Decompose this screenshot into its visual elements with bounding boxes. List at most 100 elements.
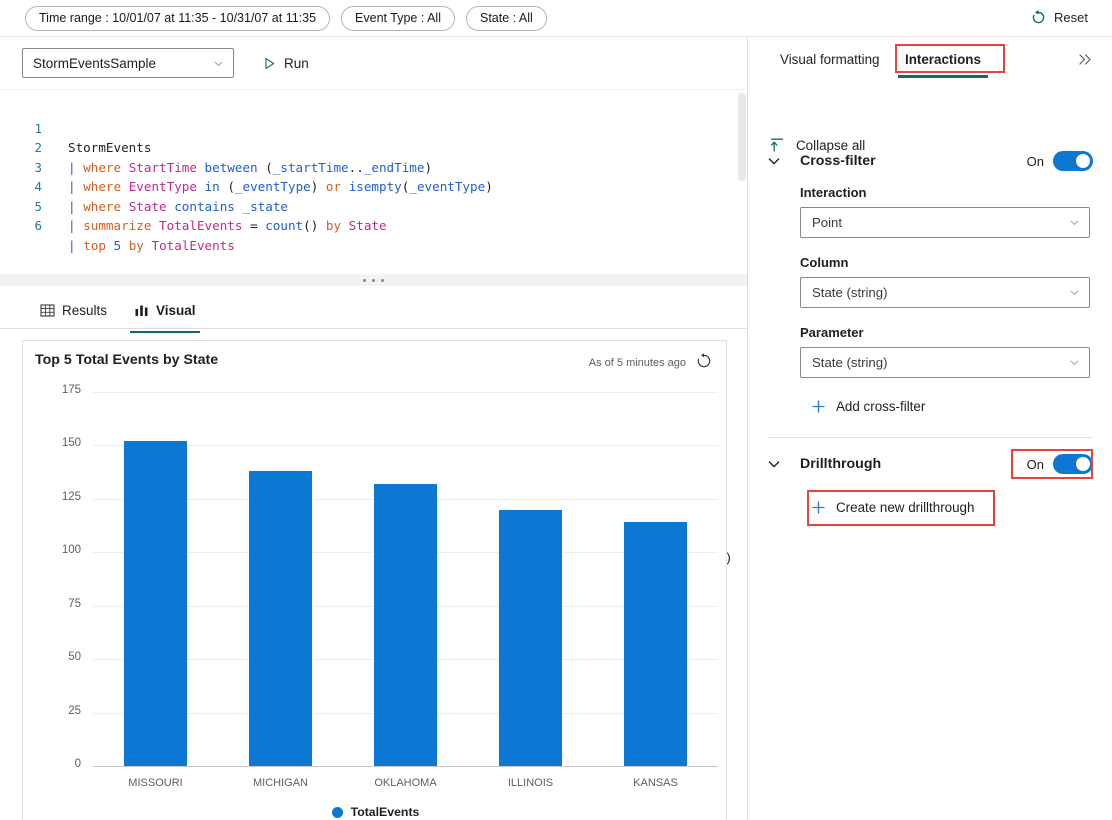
interaction-select-value: Point [812,215,842,230]
results-toolbar: Results Visual Expand preview Done [0,286,747,329]
database-select[interactable]: StormEventsSample [22,48,234,78]
chevron-down-icon [213,58,224,69]
drillthrough-toggle-label: On [1027,457,1044,472]
visual-chart-card: Top 5 Total Events by State As of 5 minu… [22,340,727,820]
section-drillthrough-title: Drillthrough [800,456,881,472]
x-axis-tick-label: MISSOURI [96,777,216,789]
parameter-select[interactable]: State (string) [800,347,1090,378]
interaction-select[interactable]: Point [800,207,1090,238]
kusto-dashboard-edit-view: Time range : 10/01/07 at 11:35 - 10/31/0… [0,0,1112,820]
column-select-value: State (string) [812,285,888,300]
tab-results-label: Results [62,303,107,318]
chevron-down-icon [1069,287,1080,298]
section-cross-filter-header[interactable]: Cross-filter On [749,148,1112,174]
column-select[interactable]: State (string) [800,277,1090,308]
create-new-drillthrough-label: Create new drillthrough [836,500,974,515]
kql-query-editor[interactable]: 1 StormEvents 2 | where StartTime betwee… [0,89,747,274]
y-axis-tick-label: 75 [45,598,81,610]
y-axis-tick-label: 25 [45,705,81,717]
x-axis-tick-label: MICHIGAN [221,777,341,789]
handle-dot [363,279,366,282]
code-line: 2 | where StartTime between (_startTime.… [0,119,747,139]
handle-dot [381,279,384,282]
interaction-label: Interaction [800,185,866,200]
query-toolbar: StormEventsSample Run [0,37,747,89]
run-button[interactable]: Run [258,53,314,74]
chevron-down-icon[interactable] [767,154,781,168]
create-new-drillthrough-button[interactable]: Create new drillthrough [811,500,974,515]
add-cross-filter-button[interactable]: Add cross-filter [811,399,925,414]
y-axis-tick-label: 125 [45,491,81,503]
x-axis-tick-label: ILLINOIS [471,777,591,789]
filter-bar: Time range : 10/01/07 at 11:35 - 10/31/0… [0,0,1112,37]
tab-visual-formatting-label: Visual formatting [780,52,880,67]
toggle-knob [1076,457,1090,471]
reset-label: Reset [1054,10,1088,25]
line-text: | top 5 by TotalEvents [68,236,235,256]
code-line: 6 | top 5 by TotalEvents [0,197,747,217]
tab-results[interactable]: Results [36,294,111,326]
tab-interactions-label: Interactions [905,52,981,67]
y-axis-tick-label: 50 [45,651,81,663]
chevron-down-icon [1069,357,1080,368]
double-chevron-right-icon [1077,51,1094,68]
chart-bar[interactable] [124,441,187,766]
y-axis-tick-label: 150 [45,437,81,449]
code-line: 1 StormEvents [0,99,747,119]
y-axis-tick-label: 100 [45,544,81,556]
panel-tabs: Visual formatting Interactions [749,37,1112,83]
filter-pill-state-label: State : All [480,11,533,25]
tab-visual-formatting[interactable]: Visual formatting [776,50,884,69]
filter-pill-time-range-label: Time range : 10/01/07 at 11:35 - 10/31/0… [39,11,316,25]
x-axis-line [93,766,718,767]
drillthrough-toggle[interactable] [1053,454,1093,474]
filter-pill-event-type[interactable]: Event Type : All [341,6,455,31]
bar-chart-icon [134,303,149,318]
editor-scrollbar[interactable] [738,93,746,181]
line-text: | summarize TotalEvents = count() by Sta… [68,216,387,236]
code-line: 4 | where State contains _state [0,158,747,178]
section-drillthrough-header[interactable]: Drillthrough On [749,451,1112,477]
expand-panel-button[interactable] [1077,51,1094,73]
plus-icon [811,399,826,414]
chart-as-of-label: As of 5 minutes ago [589,357,686,369]
reset-button[interactable]: Reset [1026,7,1092,28]
visual-settings-panel: Visual formatting Interactions Collapse … [749,37,1112,820]
cross-filter-toggle[interactable] [1053,151,1093,171]
refresh-spinner-icon[interactable] [696,353,712,369]
chart-bar[interactable] [374,484,437,766]
tab-interactions[interactable]: Interactions [901,50,985,69]
chart-bar[interactable] [624,522,687,766]
legend-marker-icon [332,807,343,818]
x-axis-tick-label: OKLAHOMA [346,777,466,789]
tab-visual[interactable]: Visual [130,294,200,326]
chart-bar[interactable] [249,471,312,766]
line-number: 6 [0,216,42,236]
cross-filter-toggle-label: On [1027,154,1044,169]
filter-pill-state[interactable]: State : All [466,6,547,31]
legend-label: TotalEvents [351,805,420,819]
section-cross-filter-title: Cross-filter [800,153,876,169]
run-label: Run [284,56,309,71]
chart-legend: TotalEvents [23,805,728,819]
gridline [93,392,718,393]
y-axis-tick-label: 175 [45,384,81,396]
plus-icon [811,500,826,515]
handle-dot [372,279,375,282]
y-axis-tick-label: 0 [45,758,81,770]
chart-bar[interactable] [499,510,562,766]
code-line: 5 | summarize TotalEvents = count() by S… [0,177,747,197]
parameter-select-value: State (string) [812,355,888,370]
filter-pill-time-range[interactable]: Time range : 10/01/07 at 11:35 - 10/31/0… [25,6,330,31]
filter-pill-event-type-label: Event Type : All [355,11,441,25]
code-line: 3 | where EventType in (_eventType) or i… [0,138,747,158]
play-triangle-icon [263,57,276,70]
chevron-down-icon[interactable] [767,457,781,471]
editor-lines: 1 StormEvents 2 | where StartTime betwee… [0,99,747,216]
x-axis-tick-label: KANSAS [596,777,716,789]
chevron-down-icon [1069,217,1080,228]
add-cross-filter-label: Add cross-filter [836,399,925,414]
toggle-knob [1076,154,1090,168]
pane-resize-handle[interactable] [0,274,747,286]
chart-plot-area: 0 25 50 75 100 125 150 175 MISSOURI MICHIGAN OKLA… [23,377,728,820]
